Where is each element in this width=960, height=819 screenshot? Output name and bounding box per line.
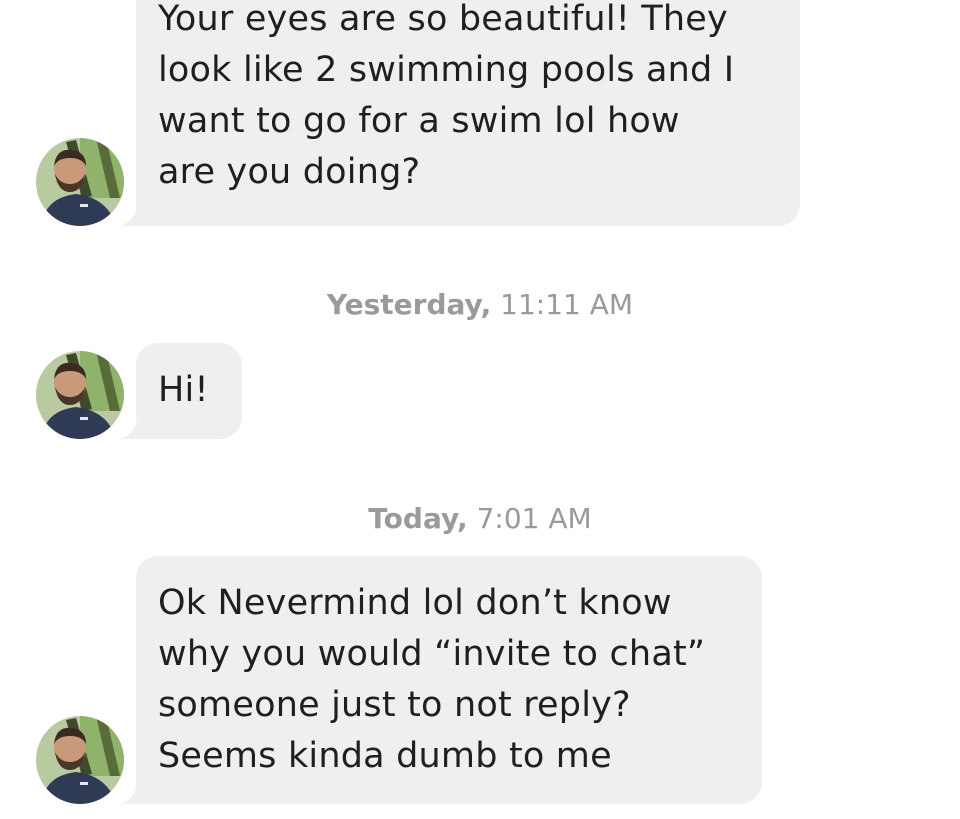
message-bubble-3[interactable]: Ok Nevermind lol don’t know why you woul… bbox=[120, 556, 762, 804]
user-avatar-photo-icon bbox=[36, 138, 124, 226]
message-text-line: Ok Nevermind lol don’t know bbox=[158, 583, 672, 623]
user-avatar-photo-icon bbox=[36, 351, 124, 439]
bubble-tail bbox=[120, 198, 160, 226]
message-text-line: look like 2 swimming pools and I bbox=[158, 50, 735, 90]
avatar[interactable] bbox=[36, 138, 124, 226]
message-text-line: someone just to not reply? bbox=[158, 685, 631, 725]
avatar[interactable] bbox=[36, 716, 124, 804]
message-bubble-1[interactable]: Your eyes are so beautiful! They look li… bbox=[120, 0, 800, 226]
message-text-line: why you would “invite to chat” bbox=[158, 634, 706, 674]
timestamp-day: Today, bbox=[368, 502, 468, 535]
bubble-tail bbox=[120, 411, 160, 439]
message-text-line: Your eyes are so beautiful! They bbox=[158, 0, 728, 39]
message-bubble-2[interactable]: Hi! bbox=[120, 343, 242, 439]
message-text-line: are you doing? bbox=[158, 152, 421, 192]
user-avatar-photo-icon bbox=[36, 716, 124, 804]
timestamp-time: 11:11 AM bbox=[500, 288, 634, 321]
timestamp: Yesterday, 11:11 AM bbox=[0, 288, 960, 321]
timestamp: Today, 7:01 AM bbox=[0, 502, 960, 535]
avatar[interactable] bbox=[36, 351, 124, 439]
timestamp-time: 7:01 AM bbox=[476, 502, 592, 535]
timestamp-day: Yesterday, bbox=[326, 288, 492, 321]
message-text-line: want to go for a swim lol how bbox=[158, 101, 680, 141]
message-text-line: Seems kinda dumb to me bbox=[158, 736, 612, 776]
bubble-tail bbox=[120, 776, 160, 804]
message-text-line: Hi! bbox=[158, 370, 209, 410]
